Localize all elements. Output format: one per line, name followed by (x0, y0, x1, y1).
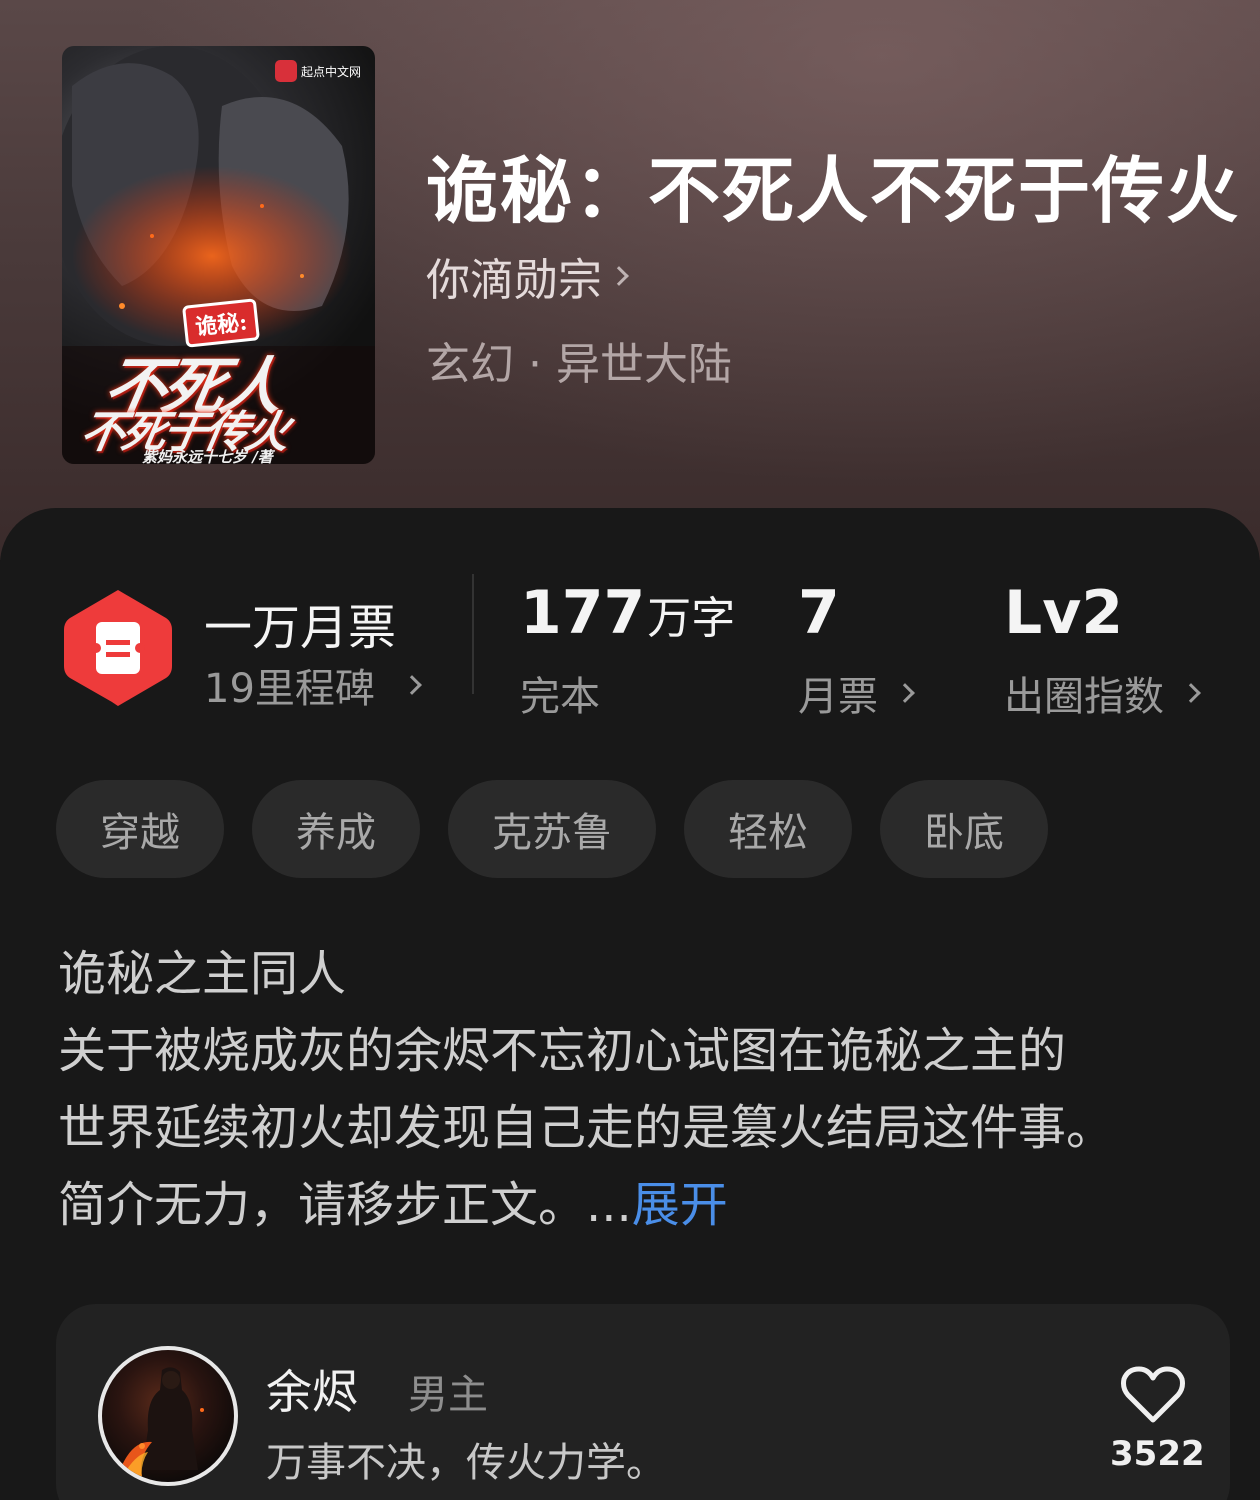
tag-chip[interactable]: 轻松 (684, 780, 852, 878)
tag-list: 穿越 养成 克苏鲁 轻松 卧底 (56, 780, 1048, 878)
description-line: 简介无力，请移步正文。... (58, 1177, 632, 1233)
description-line: 关于被烧成灰的余烬不忘初心试图在诡秘之主的 (58, 1023, 1067, 1079)
tag-chip[interactable]: 养成 (252, 780, 420, 878)
like-count: 3522 (1110, 1434, 1205, 1474)
description-line: 世界延续初火却发现自己走的是篡火结局这件事。 (58, 1100, 1115, 1156)
description-line: 诡秘之主同人 (58, 946, 347, 1002)
milestone-text: 19里程碑 (204, 666, 375, 712)
heart-icon[interactable] (1120, 1364, 1186, 1424)
tag-chip[interactable]: 穿越 (56, 780, 224, 878)
monthly-ticket-title: 一万月票 (204, 600, 397, 656)
word-count-value: 177 (520, 578, 646, 648)
monthly-tickets-label: 月票 (798, 674, 878, 720)
cover-byline: 紫妈永远十七岁 /著 (142, 448, 273, 464)
genre-label: 玄幻 · 异世大陆 (426, 339, 732, 390)
tag-chip[interactable]: 克苏鲁 (448, 780, 656, 878)
brand-logo-icon (274, 60, 297, 82)
author-name: 你滴勋宗 (426, 255, 602, 306)
cover-brand: 起点中文网 (274, 60, 361, 82)
book-cover[interactable]: 起点中文网 诡秘: 不死人 不死于传火 紫妈永远十七岁 /著 (62, 46, 375, 464)
level-label: 出圈指数 (1004, 674, 1164, 720)
word-count-unit: 万字 (647, 593, 736, 644)
milestone-link[interactable]: 19里程碑 (204, 656, 422, 714)
character-avatar-art (120, 1367, 204, 1480)
character-name: 余烬 (266, 1365, 358, 1419)
book-status: 完本 (520, 674, 600, 720)
author-link[interactable]: 你滴勋宗 (426, 244, 629, 308)
stats-divider (472, 574, 474, 694)
character-quote: 万事不决，传火力学。 (266, 1440, 666, 1486)
chevron-right-icon (609, 266, 629, 286)
book-description: 诡秘之主同人 关于被烧成灰的余烬不忘初心试图在诡秘之主的 世界延续初火却发现自己… (58, 936, 1228, 1244)
monthly-tickets-value: 7 (798, 578, 840, 648)
cover-brand-text: 起点中文网 (300, 64, 361, 79)
chevron-right-icon (1181, 683, 1201, 703)
chevron-right-icon (402, 675, 422, 695)
expand-link[interactable]: 展开 (632, 1177, 728, 1233)
character-role: 男主 (408, 1372, 488, 1418)
monthly-ticket-icon[interactable] (62, 586, 174, 710)
word-count: 177万字 (520, 578, 735, 648)
character-avatar[interactable] (98, 1346, 238, 1486)
level-value: Lv2 (1004, 578, 1124, 648)
tag-chip[interactable]: 卧底 (880, 780, 1048, 878)
level-link[interactable]: 出圈指数 (1004, 664, 1201, 722)
book-title: 诡秘：不死人不死于传火 (426, 148, 1241, 233)
chevron-right-icon (895, 683, 915, 703)
monthly-tickets-link[interactable]: 月票 (798, 664, 915, 722)
description-last-line: 简介无力，请移步正文。...展开 (58, 1167, 1228, 1244)
